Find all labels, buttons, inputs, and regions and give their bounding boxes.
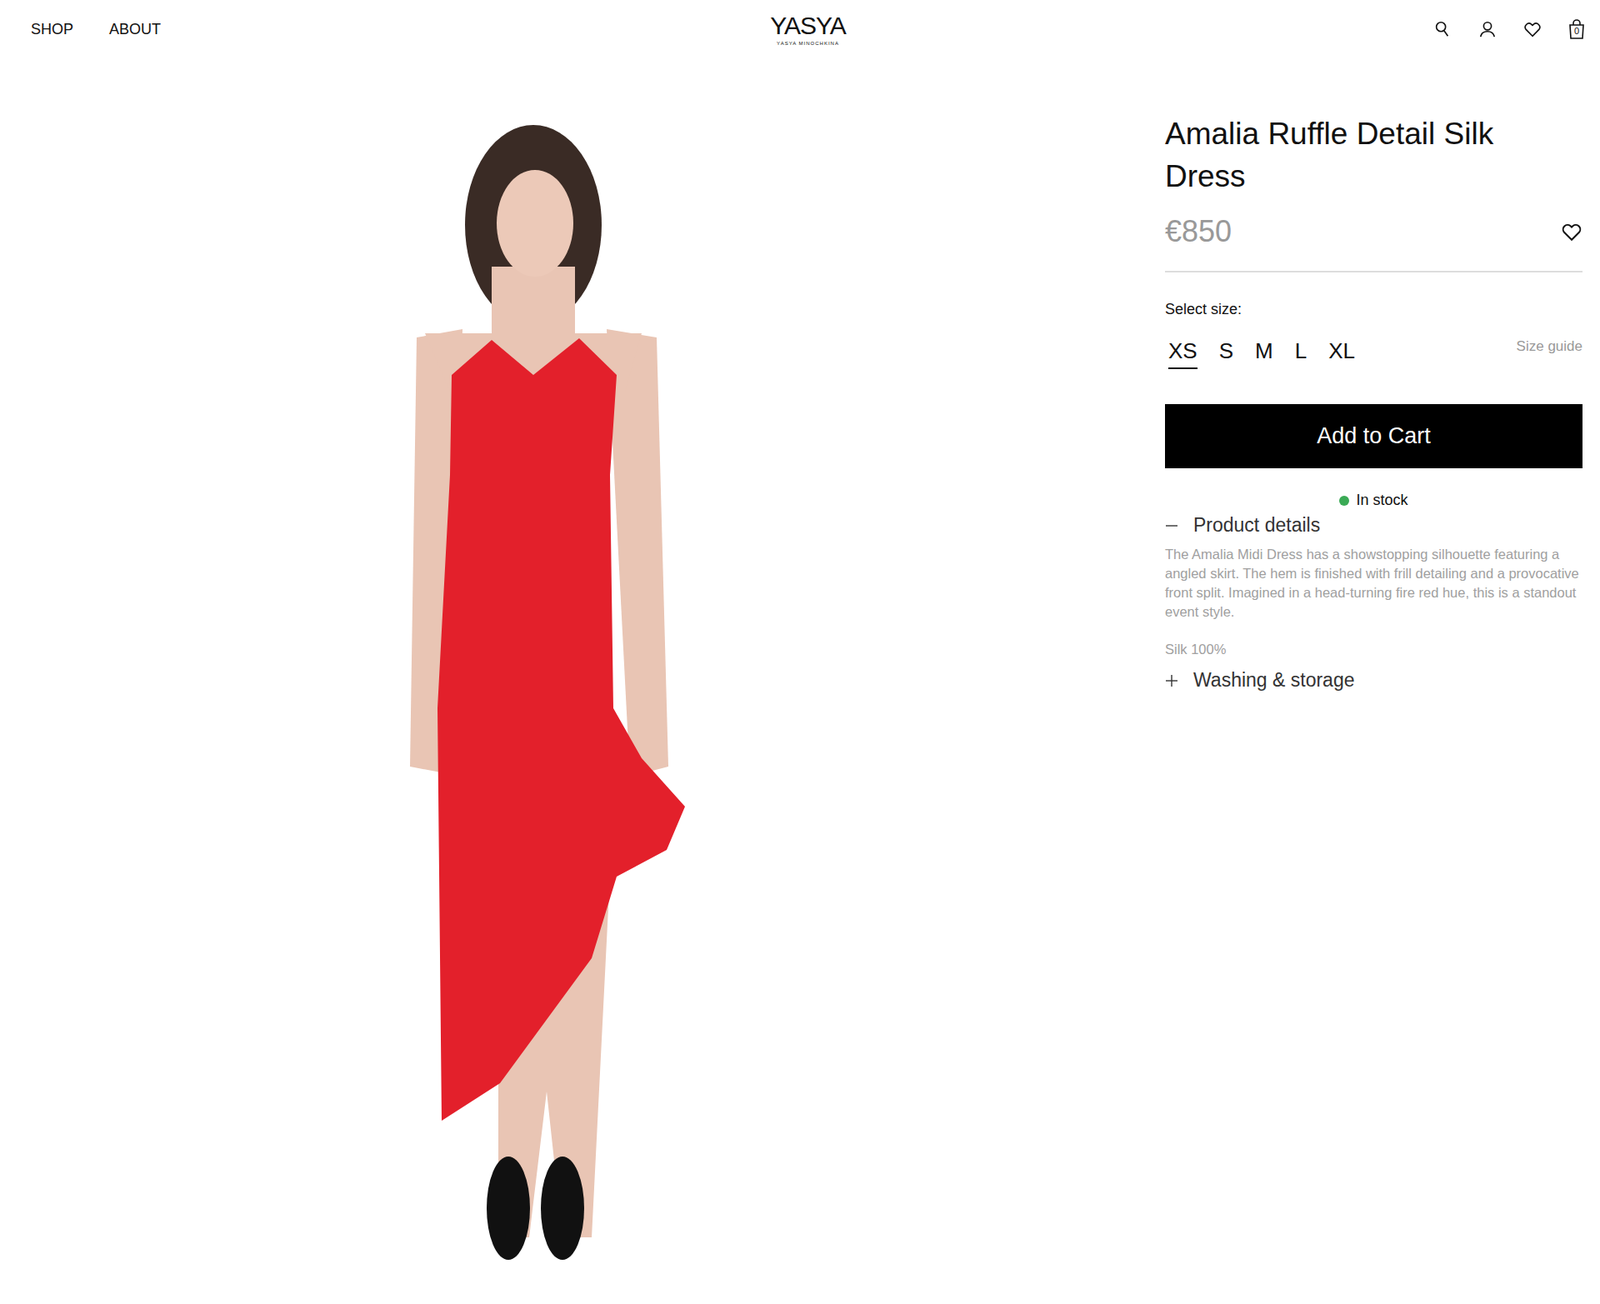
- accordion-section: Product details The Amalia Midi Dress has…: [1165, 509, 1583, 658]
- product-price: €850: [1165, 214, 1232, 250]
- header-actions: 0: [845, 19, 1585, 40]
- accordion-label: Product details: [1193, 514, 1320, 537]
- product-material: Silk 100%: [1165, 641, 1583, 658]
- size-option[interactable]: XS: [1168, 338, 1198, 370]
- size-option[interactable]: XL: [1328, 338, 1355, 370]
- nav-link[interactable]: ABOUT: [109, 20, 161, 39]
- logo-subtitle: YASYA MINOCHKINA: [776, 40, 840, 46]
- wishlist-icon[interactable]: [1523, 20, 1542, 39]
- cart-button[interactable]: 0: [1568, 19, 1585, 40]
- size-option[interactable]: S: [1219, 338, 1234, 370]
- product-description: The Amalia Midi Dress has a showstopping…: [1165, 545, 1583, 622]
- size-option[interactable]: M: [1255, 338, 1274, 370]
- search-icon[interactable]: [1433, 20, 1452, 39]
- nav-link[interactable]: SHOP: [30, 20, 74, 39]
- plus-icon: [1165, 674, 1179, 688]
- add-to-cart-button[interactable]: Add to Cart: [1165, 404, 1583, 469]
- stock-label: In stock: [1355, 491, 1408, 510]
- product-gallery: [0, 58, 1165, 1275]
- main-nav: SHOP ABOUT: [30, 20, 770, 39]
- brand-logo[interactable]: YASYAYASYA MINOCHKINA: [770, 13, 846, 46]
- size-label: Select size:: [1165, 300, 1583, 319]
- account-icon[interactable]: [1478, 20, 1497, 39]
- cart-count: 0: [1568, 25, 1585, 36]
- size-guide-link[interactable]: Size guide: [1516, 338, 1583, 355]
- product-photo[interactable]: [391, 125, 692, 1275]
- site-header: SHOP ABOUT YASYAYASYA MINOCHKINA 0: [0, 0, 1600, 59]
- accordion-body: The Amalia Midi Dress has a showstopping…: [1165, 541, 1583, 658]
- minus-icon: [1165, 519, 1179, 533]
- heart-icon[interactable]: [1560, 220, 1583, 243]
- divider: [1165, 270, 1583, 273]
- price-row: €850: [1165, 214, 1583, 250]
- size-option[interactable]: L: [1295, 338, 1307, 370]
- accordion-section: Washing & storage: [1165, 664, 1583, 697]
- product-title: Amalia Ruffle Detail Silk Dress: [1165, 112, 1583, 198]
- product-page: SHOP ABOUT YASYAYASYA MINOCHKINA 0 Amalia Ru…: [0, 0, 1600, 1304]
- product-layout: Amalia Ruffle Detail Silk Dress €850 Selec…: [0, 58, 1600, 1275]
- size-options: XS SML XL: [1165, 338, 1355, 370]
- accordion-header[interactable]: Product details: [1165, 509, 1583, 542]
- accordion-header[interactable]: Washing & storage: [1165, 664, 1583, 697]
- product-info: Amalia Ruffle Detail Silk Dress €850 Selec…: [1165, 58, 1583, 1275]
- logo-mark: YASYA: [770, 13, 846, 39]
- accordion-label: Washing & storage: [1193, 669, 1355, 692]
- size-row: XS SML XL Size guide: [1165, 338, 1583, 370]
- stock-dot: [1339, 495, 1350, 506]
- stock-status: In stock: [1165, 491, 1583, 510]
